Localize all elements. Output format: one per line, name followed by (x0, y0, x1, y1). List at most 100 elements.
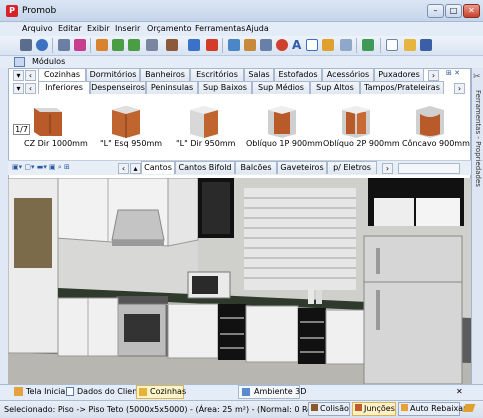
view-icon[interactable] (146, 39, 158, 51)
tab-despenseiros[interactable]: Despenseiros (90, 81, 146, 94)
tab-cantos[interactable]: Cantos (141, 161, 175, 174)
cabinet-thumb-obliquo-1p[interactable] (264, 104, 300, 138)
minimize-button[interactable]: – (427, 4, 444, 18)
cabinet-thumb-cz-dir[interactable] (30, 104, 66, 138)
3d-icon (242, 388, 250, 396)
color-icon[interactable] (276, 39, 288, 51)
subcategory-scroll-next[interactable]: › (454, 83, 465, 94)
tab-acessorios[interactable]: Acessórios (322, 68, 374, 81)
toolbar-separator (222, 38, 223, 53)
tab-cantos-bifold[interactable]: Cantos Bifold (175, 161, 235, 174)
menu-ferramentas[interactable]: Ferramentas (195, 24, 245, 33)
pin-side-icon[interactable]: ✂ (473, 72, 481, 82)
cabinet-thumb-concavo[interactable] (412, 104, 448, 138)
menu-orcamento[interactable]: Orçamento (147, 24, 192, 33)
shape-icon[interactable] (260, 39, 272, 51)
juncoes-toggle[interactable]: Junções (352, 402, 396, 416)
close-button[interactable]: ✕ (463, 4, 480, 18)
page-indicator: 1/7 (13, 124, 30, 135)
item-label-concavo: Côncavo 900mm (402, 139, 470, 148)
help-icon[interactable] (36, 39, 48, 51)
toolbar-separator (356, 38, 357, 53)
3d-kitchen-view[interactable] (8, 178, 471, 384)
settings-icon[interactable] (20, 39, 32, 51)
auto-rebaixar-toggle[interactable]: Auto Rebaixar (398, 402, 466, 416)
tab-p-eletros[interactable]: p/ Eletros (327, 161, 377, 174)
arrow-right-icon[interactable] (128, 39, 140, 51)
save-icon[interactable] (420, 39, 432, 51)
home-icon (14, 387, 23, 396)
tab-dormitorios[interactable]: Dormitórios (86, 68, 140, 81)
toolbar-separator (52, 38, 53, 53)
measure-icon[interactable] (244, 39, 256, 51)
grid-icon[interactable] (228, 39, 240, 51)
toolbar-separator (380, 38, 381, 53)
tab-escritorios[interactable]: Escritórios (190, 68, 244, 81)
layers-icon[interactable] (188, 39, 200, 51)
subcategory-scroll-left[interactable]: ▾ (13, 83, 24, 94)
toolbar-separator (90, 38, 91, 53)
filter-scroll-next[interactable]: › (382, 163, 393, 174)
modules-icon[interactable] (14, 57, 25, 67)
new-icon[interactable] (386, 39, 398, 51)
cabinet-thumb-obliquo-2p[interactable] (338, 104, 374, 138)
cabinet-thumb-l-esq[interactable] (108, 104, 144, 138)
tab-banheiros[interactable]: Banheiros (140, 68, 190, 81)
chart-icon[interactable] (206, 39, 218, 51)
filter-scroll-prev[interactable]: ‹ (118, 163, 129, 174)
text-icon[interactable]: A (292, 38, 301, 52)
dimension-icon[interactable] (340, 39, 352, 51)
tab-tela-inicial[interactable]: Tela Inicial (26, 387, 68, 396)
tab-inferiores[interactable]: Inferiores (38, 81, 90, 94)
filter-scroll-up[interactable]: ▴ (130, 163, 141, 174)
select-icon[interactable] (306, 39, 318, 51)
client-data-icon (66, 387, 74, 396)
title-bar (0, 0, 483, 22)
category-scroll-left[interactable]: ▾ (13, 70, 24, 81)
open-icon[interactable] (404, 39, 416, 51)
tab-puxadores[interactable]: Puxadores (374, 68, 424, 81)
rotate-icon[interactable] (96, 39, 108, 51)
modules-bar (0, 56, 483, 68)
colisao-toggle[interactable]: Colisão (308, 402, 350, 416)
horizontal-scrollbar[interactable] (398, 163, 460, 174)
pin-icon[interactable]: ⊞ ✕ (446, 69, 460, 77)
tab-salas[interactable]: Salas (244, 68, 274, 81)
tab-cozinhas[interactable]: Cozinhas (38, 68, 86, 81)
tab-sup-baixos[interactable]: Sup Baixos (198, 81, 252, 94)
tab-cozinhas-doc[interactable]: Cozinhas (150, 387, 186, 396)
menu-ajuda[interactable]: Ajuda (246, 24, 269, 33)
menu-editar[interactable]: Editar (58, 24, 82, 33)
cut-icon[interactable] (58, 39, 70, 51)
category-scroll-next[interactable]: › (428, 70, 439, 81)
wand-icon[interactable] (322, 39, 334, 51)
maximize-button[interactable]: □ (445, 4, 462, 18)
item-label-l-esq: "L" Esq 950mm (100, 139, 163, 148)
tab-gaveteiros[interactable]: Gaveteiros (277, 161, 327, 174)
tab-tampos-prateleiras[interactable]: Tampos/Prateleiras (360, 81, 444, 94)
menu-arquivo[interactable]: Arquivo (22, 24, 53, 33)
tab-sup-medios[interactable]: Sup Médios (252, 81, 310, 94)
colisao-icon (311, 404, 318, 411)
tab-peninsulas[interactable]: Peninsulas (146, 81, 198, 94)
tab-estofados[interactable]: Estofados (274, 68, 322, 81)
tab-balcoes[interactable]: Balcões (235, 161, 277, 174)
price-icon[interactable] (362, 39, 374, 51)
category-scroll-prev[interactable]: ‹ (25, 70, 36, 81)
tab-sup-altos[interactable]: Sup Altos (310, 81, 360, 94)
subcategory-scroll-prev[interactable]: ‹ (25, 83, 36, 94)
arrow-left-icon[interactable] (112, 39, 124, 51)
close-document-button[interactable]: ✕ (456, 387, 463, 396)
status-text: Selecionado: Piso -> Piso Teto (5000x5x5… (4, 405, 348, 414)
cabinet-thumb-l-dir[interactable] (186, 104, 222, 138)
juncoes-icon (355, 404, 362, 411)
item-label-obliquo-1p: Oblíquo 1P 900mm (246, 139, 323, 148)
side-panel-label[interactable]: Ferramentas - Propriedades (474, 90, 482, 210)
cabinet-icon[interactable] (166, 39, 178, 51)
filter-tools-icon[interactable]: ▣▾ ▢▾ ▬▾ ▣ ⌕ ⊞ (12, 163, 70, 172)
menu-exibir[interactable]: Exibir (87, 24, 110, 33)
tab-ambiente-3d[interactable]: Ambiente 3D (254, 387, 306, 396)
modules-label[interactable]: Módulos (32, 57, 65, 66)
paint-icon[interactable] (74, 39, 86, 51)
menu-inserir[interactable]: Inserir (115, 24, 140, 33)
